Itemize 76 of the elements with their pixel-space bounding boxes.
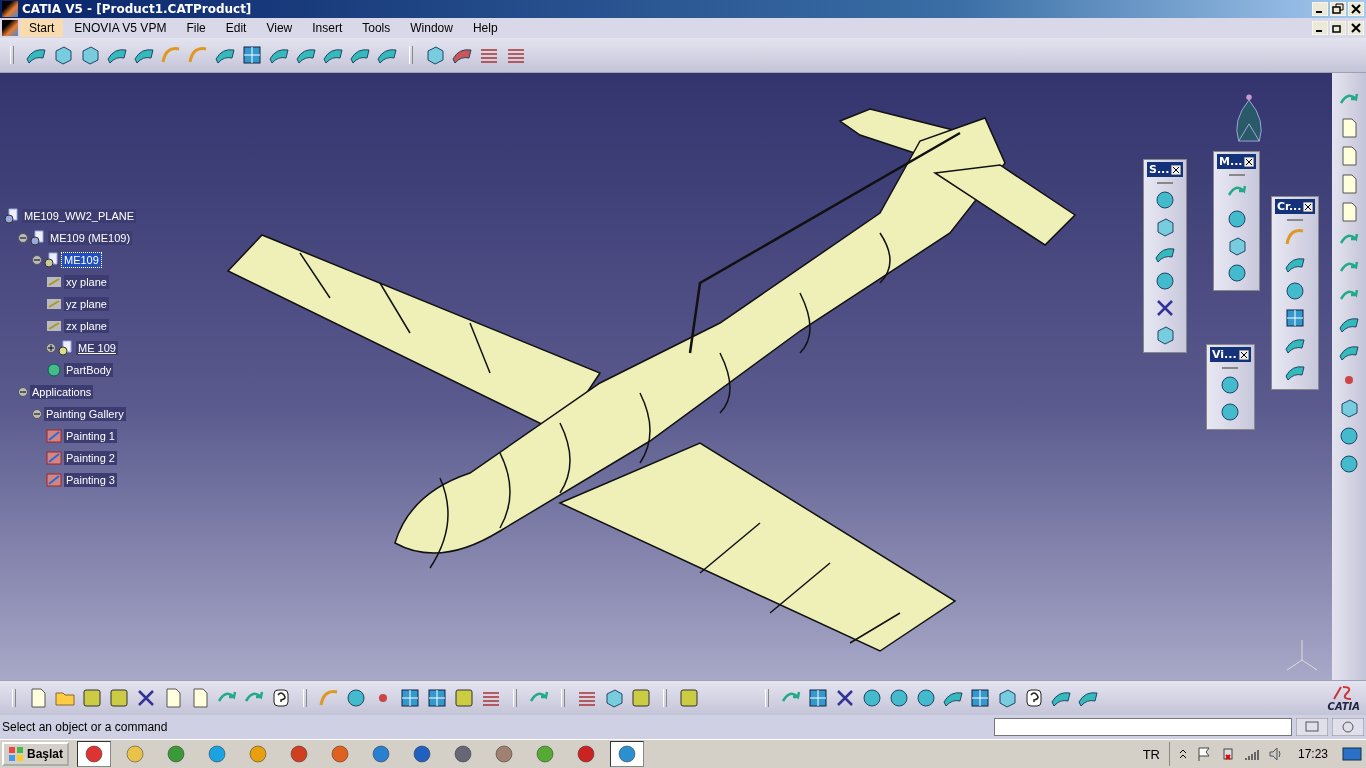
- cube-view-icon[interactable]: [996, 687, 1018, 709]
- 3d-viewport[interactable]: ME109_WW2_PLANE ME109 (ME109) ME109 xy plane yz plane zx plane ME 109 PartBody Applications Painting Gallery Painting 1 Painting 2 Painting 3 S... M... Cr... Vi...: [0, 73, 1332, 680]
- tree-node-label[interactable]: ME109: [62, 253, 101, 267]
- menu-item[interactable]: Help: [463, 19, 507, 37]
- sphere-icon[interactable]: [1284, 280, 1307, 302]
- toolbar-title: M...: [1219, 155, 1243, 168]
- box-icon[interactable]: [424, 44, 446, 66]
- restore-button[interactable]: [1330, 2, 1346, 16]
- tree-node-label[interactable]: ME109_WW2_PLANE: [22, 209, 137, 223]
- toolbar-title: S...: [1149, 163, 1170, 176]
- tree-node-label[interactable]: ME 109: [76, 341, 118, 355]
- menu-item[interactable]: Window: [401, 19, 462, 37]
- flag-icon[interactable]: [1195, 746, 1212, 762]
- geoset-node-icon: [58, 340, 74, 356]
- window-title: CATIA V5 - [Product1.CATProduct]: [22, 2, 253, 16]
- tree-node-label[interactable]: Painting 1: [64, 429, 117, 443]
- catia-logo: CATIA: [1327, 684, 1360, 712]
- tree-node-label[interactable]: ME109 (ME109): [48, 231, 133, 245]
- close-button[interactable]: [1171, 164, 1182, 175]
- minimize-button[interactable]: [1312, 21, 1328, 35]
- cube-icon[interactable]: [79, 44, 101, 66]
- tree-node-label[interactable]: Painting 3: [64, 473, 117, 487]
- chevron-icon[interactable]: [1177, 747, 1188, 761]
- expand-toggle[interactable]: [46, 343, 56, 353]
- language-indicator[interactable]: TR: [1142, 746, 1160, 762]
- menu-item[interactable]: Insert: [303, 19, 352, 37]
- show-desktop-icon[interactable]: [1342, 746, 1362, 762]
- tree-node-label[interactable]: zx plane: [64, 319, 109, 333]
- plane-node-icon: [46, 318, 62, 334]
- command-input-field[interactable]: [994, 718, 1292, 736]
- tree-node-label[interactable]: Applications: [30, 385, 94, 399]
- windows-logo-icon: [8, 746, 24, 762]
- app-logo-icon[interactable]: [2, 20, 18, 36]
- plane-node-icon: [46, 274, 62, 290]
- part-node-icon: [44, 252, 60, 268]
- table-icon[interactable]: [399, 687, 421, 709]
- tree-node-label[interactable]: xy plane: [64, 275, 109, 289]
- product-node-icon: [4, 208, 20, 224]
- speaker-icon[interactable]: [1267, 746, 1284, 762]
- collapse-toggle[interactable]: [32, 409, 42, 419]
- toolbar-title: Vi...: [1212, 348, 1237, 361]
- collapse-toggle[interactable]: [32, 255, 42, 265]
- box-icon[interactable]: [1338, 397, 1360, 419]
- menu-item[interactable]: Tools: [353, 19, 400, 37]
- start-button[interactable]: Başlat: [2, 742, 70, 766]
- menu-item[interactable]: Start: [20, 19, 64, 37]
- painting-node-icon: [46, 428, 62, 444]
- cube-icon[interactable]: [52, 44, 74, 66]
- tree-node-label[interactable]: PartBody: [64, 363, 114, 377]
- status-message: Select an object or a command: [2, 720, 169, 734]
- minimize-button[interactable]: [1312, 2, 1328, 16]
- app-logo-icon: [2, 1, 18, 17]
- close-button[interactable]: [1244, 156, 1255, 167]
- product-node-icon: [30, 230, 46, 246]
- toolbar-title: Cr...: [1277, 200, 1302, 213]
- tree-node-label[interactable]: Painting 2: [64, 451, 117, 465]
- collapse-toggle[interactable]: [18, 233, 28, 243]
- painting-node-icon: [46, 450, 62, 466]
- clock[interactable]: 17:23: [1297, 747, 1328, 761]
- body-node-icon: [46, 362, 62, 378]
- restore-button[interactable]: [1330, 21, 1346, 35]
- menu-item[interactable]: View: [257, 19, 302, 37]
- cube-icon[interactable]: [1154, 324, 1177, 346]
- menu-item[interactable]: File: [177, 19, 215, 37]
- close-button[interactable]: [1303, 201, 1314, 212]
- painting-node-icon: [46, 472, 62, 488]
- collapse-toggle[interactable]: [18, 387, 28, 397]
- multi-view-icon[interactable]: [969, 687, 991, 709]
- tree-node-label[interactable]: Painting Gallery: [44, 407, 126, 421]
- spheres-icon[interactable]: [1154, 189, 1177, 211]
- menu-item[interactable]: Edit: [216, 19, 256, 37]
- search-icon[interactable]: [1332, 718, 1364, 736]
- plane-node-icon: [46, 296, 62, 312]
- menu-item[interactable]: ENOVIA V5 VPM: [65, 19, 176, 37]
- tree-node-label[interactable]: yz plane: [64, 297, 109, 311]
- close-button[interactable]: [1238, 349, 1249, 360]
